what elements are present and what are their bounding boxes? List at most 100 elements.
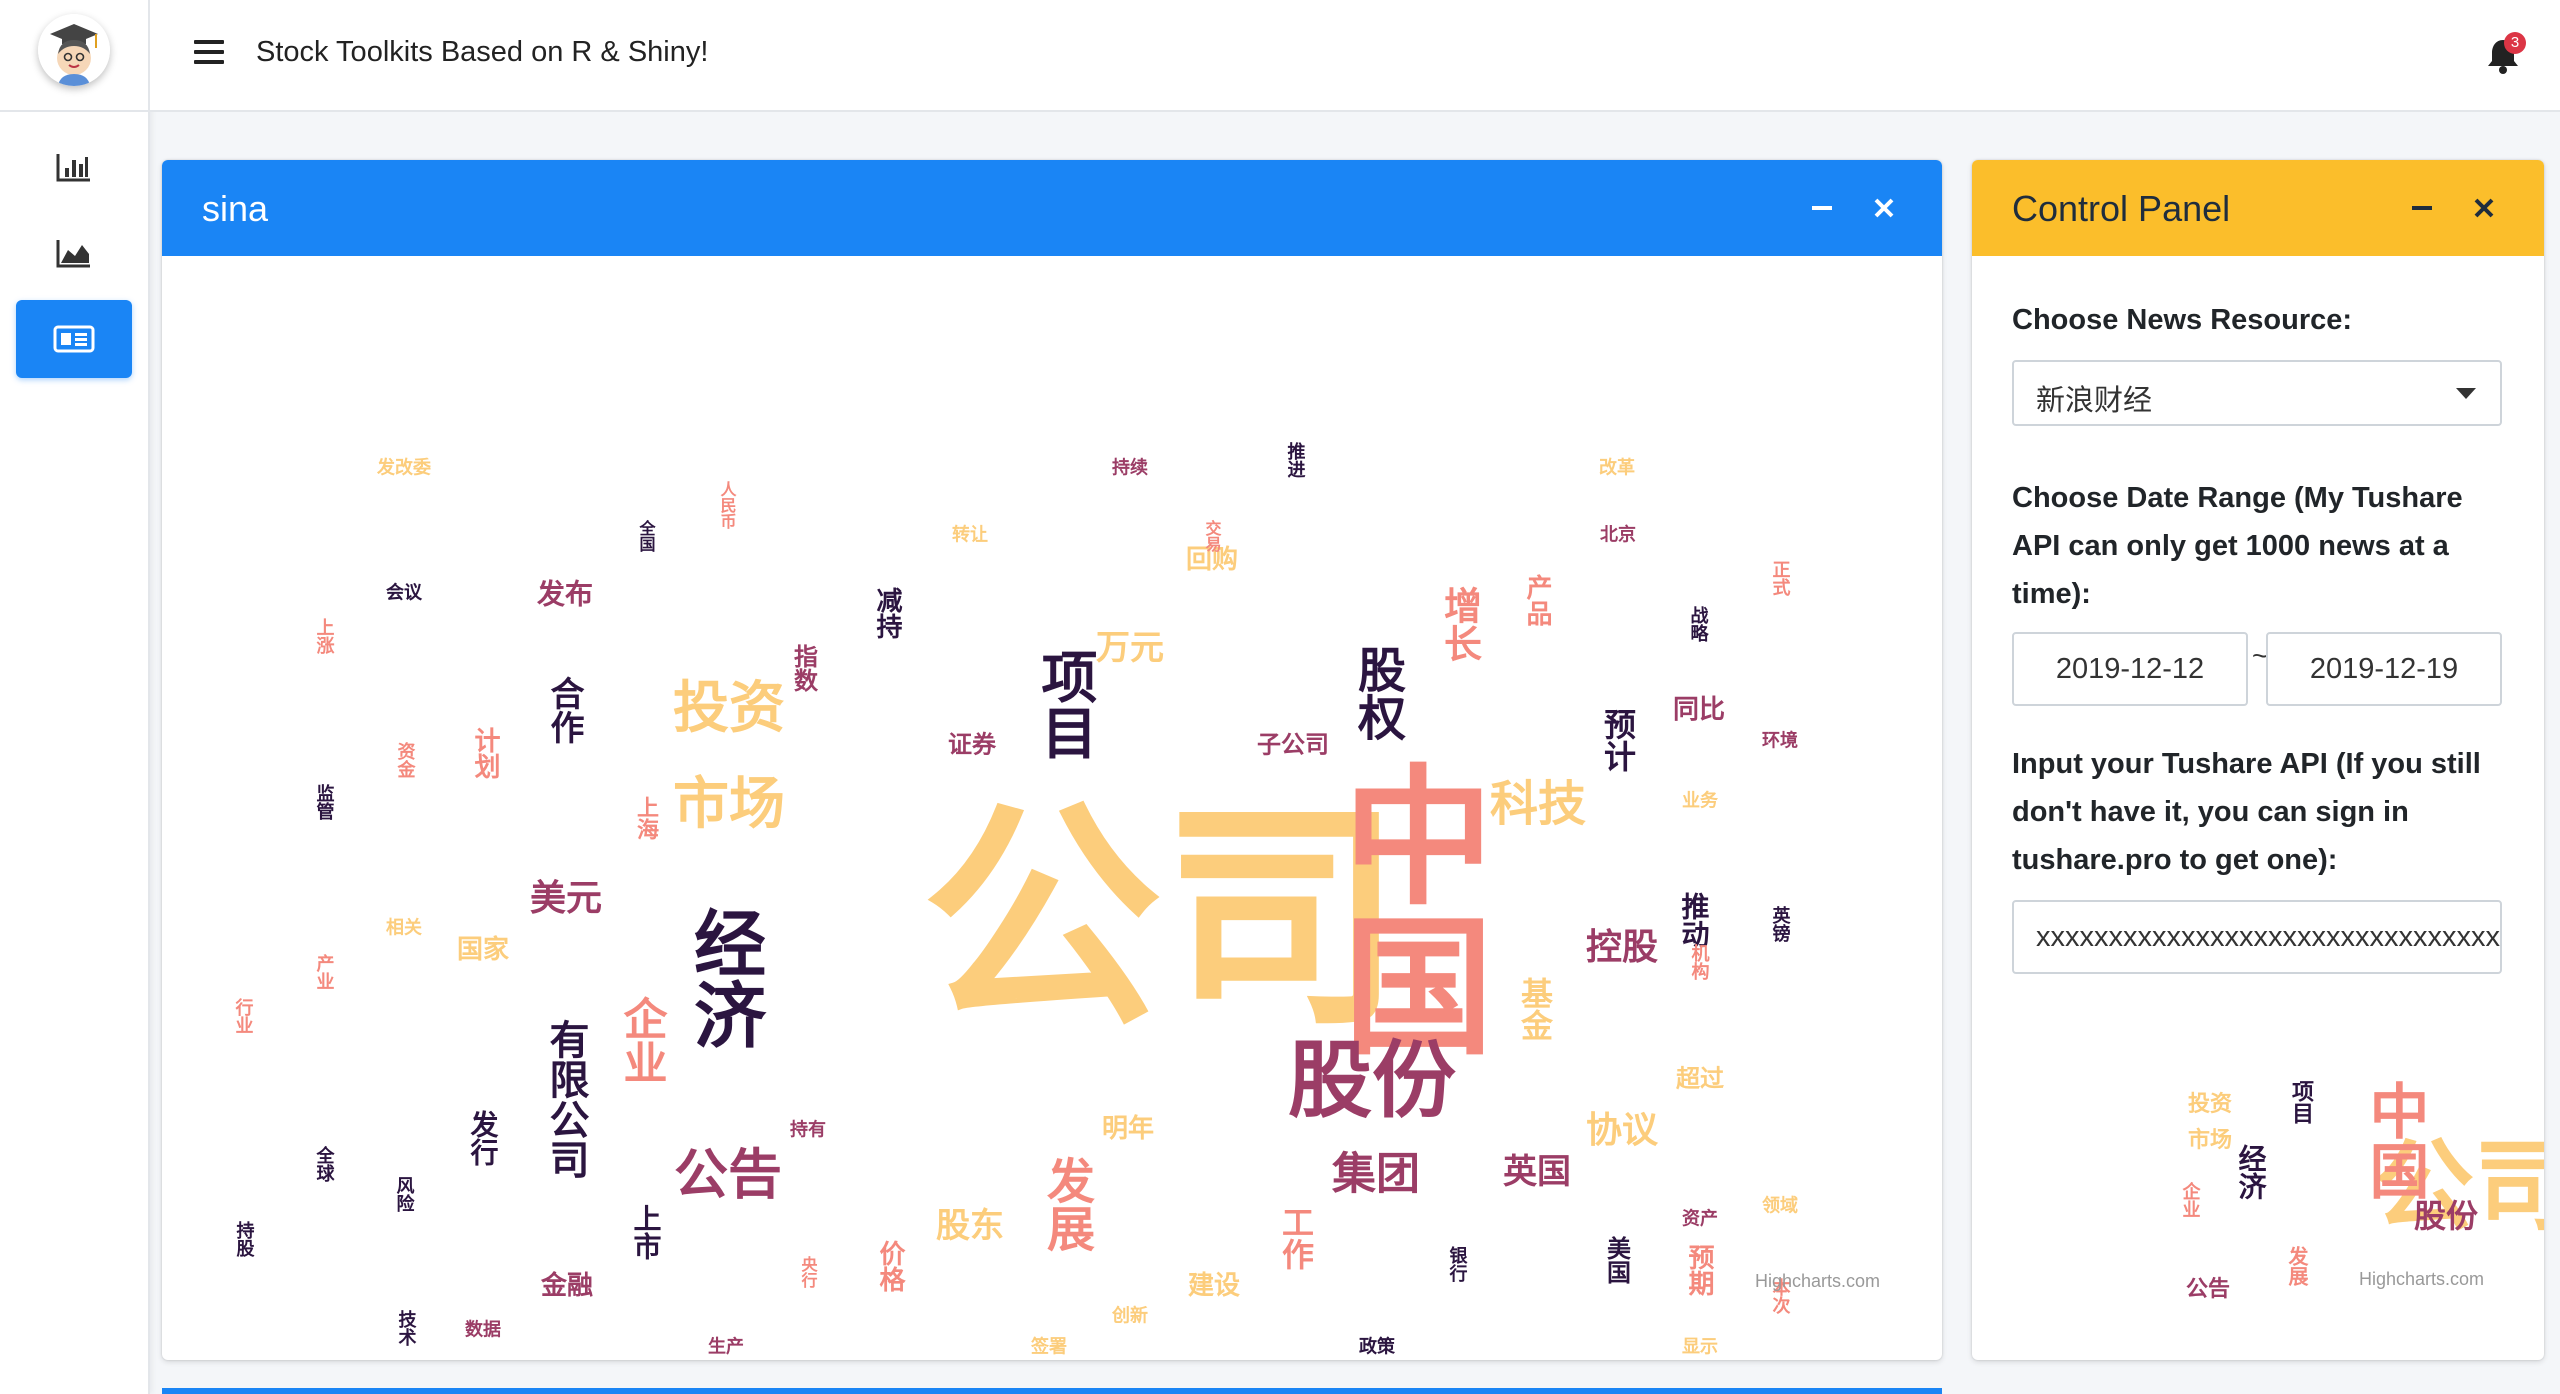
wordcloud-word: 减持 [872,587,902,639]
wordcloud-word: 有限公司 [543,1019,590,1179]
wordcloud-word: 超过 [1676,1064,1724,1093]
top-navbar: Stock Toolkits Based on R & Shiny! 3 [150,0,2560,112]
wordcloud-word: 股份 [1288,1031,1456,1130]
wordcloud-word: 英国 [1503,1152,1571,1192]
wordcloud-word: 股权 [1349,645,1407,741]
wordcloud-word: 建设 [1188,1271,1240,1301]
wordcloud-word: 项目 [2288,1080,2314,1124]
wordcloud-word: 控股 [1586,926,1658,968]
wordcloud-word: 经济 [2235,1143,2268,1200]
wordcloud-word: 企业 [616,996,668,1084]
wordcloud-word: 同比 [1673,695,1725,725]
wordcloud-word: 创新 [1111,1305,1148,1327]
area-chart-icon [56,240,90,268]
wordcloud-word: 数据 [465,1319,501,1341]
wordcloud-word: 美元 [530,877,602,919]
wordcloud-word: 全国 [637,519,657,553]
wordcloud-word: 公告 [2186,1276,2230,1302]
wordcloud-word: 银行 [1447,1245,1469,1282]
next-card-edge [162,1388,1942,1394]
wordcloud-word: 上涨 [314,618,335,655]
menu-toggle-icon[interactable] [194,40,224,68]
wordcloud-word: 预计 [1599,708,1637,772]
sidebar-divider [0,110,148,112]
wordcloud-word: 显示 [1682,1337,1718,1358]
wordcloud-word: 企业 [2180,1181,2202,1218]
wordcloud-word: 合作 [544,676,584,744]
wordcloud-word: 发改委 [376,457,431,479]
collapse-button[interactable] [1804,190,1840,226]
wordcloud-word: 市场 [2188,1127,2232,1153]
wordcloud-word: 集团 [1331,1149,1420,1200]
sidebar-item-news[interactable] [16,300,132,378]
minus-icon [1812,206,1832,210]
wordcloud-word: 战略 [1688,606,1709,642]
wordcloud-word: 价格 [875,1240,905,1292]
wordcloud-word: 产业 [314,953,335,990]
wordcloud-word: 生产 [708,1336,744,1358]
wordcloud-word: 计划 [470,727,500,779]
wordcloud-word: 中国 [1318,758,1494,1058]
wordcloud-word: 技术 [396,1309,417,1347]
wordcloud-word: 推进 [1285,441,1306,479]
mini-highcharts-credit[interactable]: Highcharts.com [2359,1269,2484,1290]
notification-badge: 3 [2504,32,2526,54]
wordcloud-chart: 公司中国股份经济投资市场 科技项目 股权公告 集团发展企业有限公司增长美元控股英国协议… [233,441,1799,1358]
wordcloud-word: 协议 [1586,1109,1659,1151]
wordcloud-word: 政策 [1359,1336,1396,1358]
wordcloud-word: 明年 [1102,1113,1154,1144]
bar-chart-icon [56,154,90,182]
sidebar-item-bar-chart[interactable] [16,128,132,206]
wordcloud-word: 上海 [633,796,659,840]
wordcloud-word: 预期 [1684,1244,1714,1297]
wordcloud-word: 科技 [1490,776,1586,832]
wordcloud-word: 工作 [1277,1206,1315,1270]
wordcloud-word: 交易 [1203,519,1222,553]
graduate-avatar-icon [38,14,110,86]
wordcloud-word: 市场 [673,771,785,837]
wordcloud-word: 基金 [1516,977,1554,1041]
wordcloud-word: 增长 [1438,586,1483,662]
wordcloud-word: 股东 [936,1206,1004,1246]
wordcloud-card-title: sina [202,188,269,229]
wordcloud-word: 领域 [1762,1195,1798,1217]
wordcloud-word: 股份 [2414,1197,2478,1235]
wordcloud-word: 签署 [1030,1336,1067,1358]
wordcloud-word: 证券 [948,730,997,759]
wordcloud-word: 发展 [1038,1156,1095,1252]
close-button[interactable] [1866,190,1902,226]
wordcloud-word: 北京 [1600,524,1636,546]
notifications-button[interactable]: 3 [2486,32,2526,76]
newspaper-icon [53,325,95,353]
wordcloud-word: 全球 [314,1145,336,1183]
wordcloud-word: 发布 [536,578,593,611]
highcharts-credit[interactable]: Highcharts.com [1755,1271,1880,1292]
avatar[interactable] [38,14,110,86]
wordcloud-word: 国家 [457,934,509,965]
wordcloud-word: 投资 [673,675,785,741]
wordcloud-word: 产品 [1522,574,1552,626]
wordcloud-word: 会议 [386,582,423,604]
wordcloud-word: 业务 [1682,790,1719,812]
control-panel-card: Control Panel Choose News Resource: 新浪财经… [1972,160,2544,1360]
wordcloud-word: 机构 [1689,944,1710,981]
wordcloud-word: 风险 [394,1176,415,1213]
sidebar-item-area-chart[interactable] [16,214,132,292]
wordcloud-word: 项目 [1032,648,1098,760]
wordcloud-word: 改革 [1599,457,1635,479]
wordcloud-word: 监管 [314,783,335,821]
mini-wordcloud-chart: 公司中国股份经济投资市场项目公告发展企业 [2180,1080,2545,1302]
wordcloud-word: 正式 [1770,560,1791,597]
wordcloud-word: 资产 [1682,1208,1718,1230]
wordcloud-word: 指数 [790,644,819,693]
sidebar [0,0,150,1394]
wordcloud-word: 万元 [1096,628,1164,668]
wordcloud-word: 金融 [540,1270,593,1301]
wordcloud-word: 转让 [952,524,988,546]
wordcloud-word: 公告 [674,1142,782,1206]
wordcloud-word: 人民币 [718,481,737,530]
wordcloud-word: 持股 [234,1220,256,1258]
wordcloud-word: 发行 [467,1109,500,1166]
wordcloud-card: sina 公司 中国 股份 经济 投资 市场 科技 项目 股权 公告 集团 发展 企业 有限公司 增长 美元控… [162,160,1942,1360]
wordcloud-word: 推动 [1678,892,1711,949]
